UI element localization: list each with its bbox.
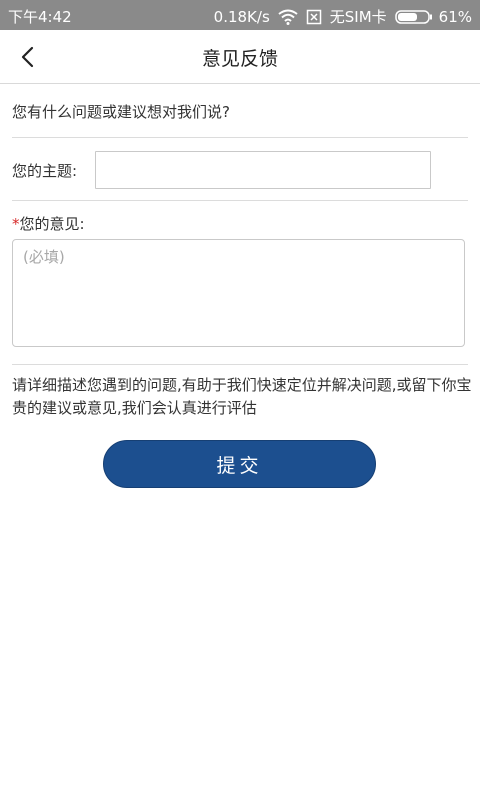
battery-icon (394, 9, 432, 24)
divider (12, 364, 468, 365)
opinion-textarea[interactable]: (必填) (12, 239, 465, 347)
sim-status: 无SIM卡 (329, 8, 387, 26)
opinion-placeholder: (必填) (23, 248, 65, 266)
battery-percent: 61% (438, 7, 472, 26)
network-speed: 0.18K/s (213, 7, 270, 26)
wifi-icon (278, 9, 298, 25)
sim-card-icon (306, 9, 322, 25)
required-mark: * (12, 215, 20, 233)
divider (12, 200, 468, 201)
status-time: 下午4:42 (8, 8, 72, 26)
description-text: 请详细描述您遇到的问题,有助于我们快速定位并解决问题,或留下你宝贵的建议或意见,… (12, 376, 472, 417)
subject-label: 您的主题: (12, 162, 78, 180)
divider (12, 137, 468, 138)
status-right: 0.18K/s 无SIM卡 61% (214, 6, 472, 27)
navigation-header: 意见反馈 (0, 30, 480, 84)
status-bar: 下午4:42 0.18K/s 无SIM卡 61% (0, 0, 480, 30)
battery: 61% (394, 7, 472, 26)
page-title: 意见反馈 (201, 48, 278, 70)
opinion-label: *您的意见: (12, 213, 85, 234)
subject-input[interactable] (95, 151, 431, 189)
feedback-prompt: 您有什么问题或建议想对我们说? (12, 103, 230, 121)
submit-button[interactable]: 提交 (103, 440, 376, 488)
opinion-label-text: 您的意见: (19, 215, 85, 233)
